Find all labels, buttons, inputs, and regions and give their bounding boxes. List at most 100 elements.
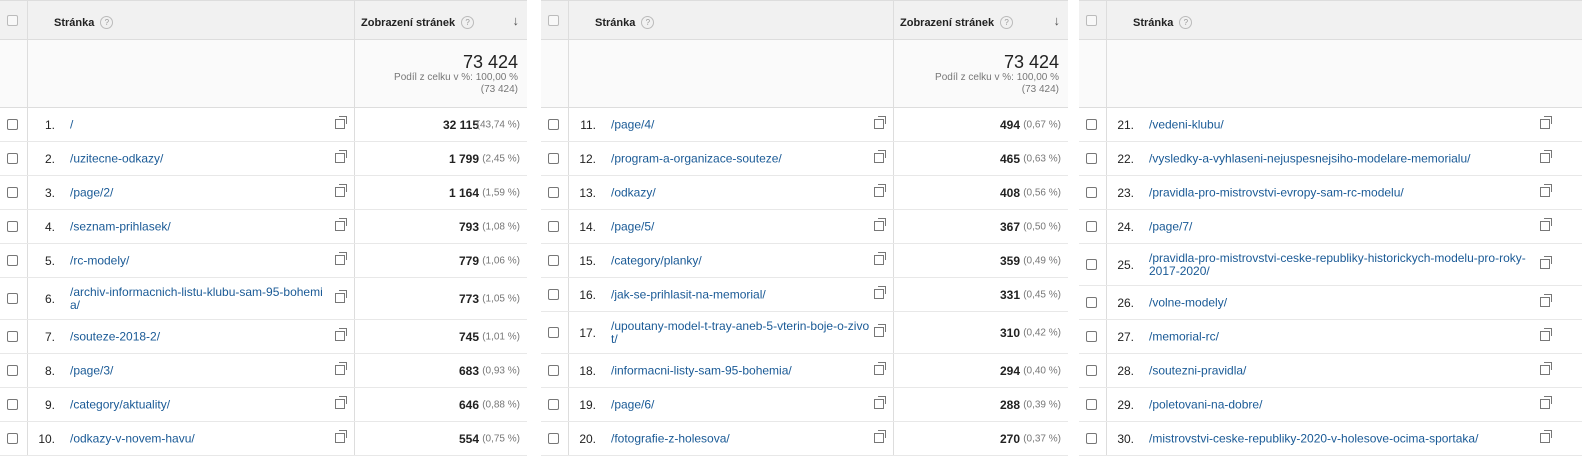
open-page-external-icon[interactable]	[1540, 327, 1552, 341]
page-link[interactable]: /page/5/	[611, 220, 873, 233]
open-page-external-icon[interactable]	[1540, 115, 1552, 129]
open-page-external-icon[interactable]	[335, 115, 347, 129]
help-icon[interactable]: ?	[641, 16, 655, 29]
open-page-external-icon[interactable]	[874, 285, 886, 299]
row-checkbox[interactable]	[1086, 186, 1097, 198]
select-all-checkbox[interactable]	[7, 15, 18, 26]
page-link[interactable]: /rc-modely/	[70, 254, 332, 267]
page-link[interactable]: /category/aktuality/	[70, 398, 332, 411]
row-checkbox[interactable]	[548, 432, 559, 444]
open-page-external-icon[interactable]	[1540, 429, 1552, 443]
open-page-external-icon[interactable]	[335, 251, 347, 265]
page-link[interactable]: /souteze-2018-2/	[70, 330, 332, 343]
open-page-external-icon[interactable]	[874, 323, 886, 337]
page-link[interactable]: /	[70, 118, 332, 131]
row-checkbox[interactable]	[1086, 398, 1097, 410]
open-page-external-icon[interactable]	[335, 327, 347, 341]
open-page-external-icon[interactable]	[874, 395, 886, 409]
open-page-external-icon[interactable]	[1540, 293, 1552, 307]
page-link[interactable]: /page/3/	[70, 364, 332, 377]
row-checkbox[interactable]	[1086, 258, 1097, 270]
column-header-views[interactable]: Zobrazení stránek?	[900, 16, 1014, 29]
row-checkbox[interactable]	[1086, 220, 1097, 232]
column-header-page[interactable]: Stránka?	[595, 16, 655, 29]
open-page-external-icon[interactable]	[874, 149, 886, 163]
page-link[interactable]: /odkazy-v-novem-havu/	[70, 432, 332, 445]
open-page-external-icon[interactable]	[1540, 183, 1552, 197]
page-link[interactable]: /page/7/	[1149, 220, 1531, 233]
help-icon[interactable]: ?	[461, 16, 475, 29]
open-page-external-icon[interactable]	[874, 361, 886, 375]
page-link[interactable]: /page/4/	[611, 118, 873, 131]
row-checkbox[interactable]	[548, 152, 559, 164]
page-link[interactable]: /vysledky-a-vyhlaseni-nejuspesnejsiho-mo…	[1149, 152, 1531, 165]
row-checkbox[interactable]	[1086, 152, 1097, 164]
page-link[interactable]: /pravidla-pro-mistrovstvi-ceske-republik…	[1149, 251, 1531, 278]
open-page-external-icon[interactable]	[335, 361, 347, 375]
page-link[interactable]: /pravidla-pro-mistrovstvi-evropy-sam-rc-…	[1149, 186, 1531, 199]
page-link[interactable]: /fotografie-z-holesova/	[611, 432, 873, 445]
row-checkbox[interactable]	[548, 118, 559, 130]
select-all-checkbox[interactable]	[1086, 15, 1097, 26]
open-page-external-icon[interactable]	[1540, 395, 1552, 409]
row-checkbox[interactable]	[7, 118, 18, 130]
page-link[interactable]: /program-a-organizace-souteze/	[611, 152, 873, 165]
row-checkbox[interactable]	[7, 330, 18, 342]
column-header-views[interactable]: Zobrazení stránek?	[361, 16, 475, 29]
row-checkbox[interactable]	[1086, 432, 1097, 444]
page-link[interactable]: /vedeni-klubu/	[1149, 118, 1531, 131]
open-page-external-icon[interactable]	[335, 289, 347, 303]
help-icon[interactable]: ?	[100, 16, 114, 29]
page-link[interactable]: /category/planky/	[611, 254, 873, 267]
page-link[interactable]: /poletovani-na-dobre/	[1149, 398, 1531, 411]
row-checkbox[interactable]	[548, 186, 559, 198]
row-checkbox[interactable]	[7, 292, 18, 304]
row-checkbox[interactable]	[7, 364, 18, 376]
open-page-external-icon[interactable]	[874, 217, 886, 231]
open-page-external-icon[interactable]	[874, 183, 886, 197]
row-checkbox[interactable]	[548, 398, 559, 410]
sort-descending-icon[interactable]: ↓	[1054, 13, 1061, 28]
page-link[interactable]: /odkazy/	[611, 186, 873, 199]
row-checkbox[interactable]	[1086, 364, 1097, 376]
open-page-external-icon[interactable]	[874, 429, 886, 443]
row-checkbox[interactable]	[7, 254, 18, 266]
row-checkbox[interactable]	[7, 220, 18, 232]
column-header-page[interactable]: Stránka?	[54, 16, 114, 29]
page-link[interactable]: /soutezni-pravidla/	[1149, 364, 1531, 377]
page-link[interactable]: /archiv-informacnich-listu-klubu-sam-95-…	[70, 285, 332, 312]
row-checkbox[interactable]	[1086, 118, 1097, 130]
row-checkbox[interactable]	[7, 398, 18, 410]
page-link[interactable]: /jak-se-prihlasit-na-memorial/	[611, 288, 873, 301]
row-checkbox[interactable]	[548, 326, 559, 338]
row-checkbox[interactable]	[7, 152, 18, 164]
open-page-external-icon[interactable]	[335, 149, 347, 163]
page-link[interactable]: /seznam-prihlasek/	[70, 220, 332, 233]
column-header-page[interactable]: Stránka?	[1133, 16, 1193, 29]
help-icon[interactable]: ?	[1179, 16, 1193, 29]
open-page-external-icon[interactable]	[335, 183, 347, 197]
page-link[interactable]: /volne-modely/	[1149, 296, 1531, 309]
open-page-external-icon[interactable]	[1540, 255, 1552, 269]
page-link[interactable]: /upoutany-model-t-tray-aneb-5-vterin-boj…	[611, 319, 873, 346]
open-page-external-icon[interactable]	[1540, 149, 1552, 163]
select-all-checkbox[interactable]	[548, 15, 559, 26]
open-page-external-icon[interactable]	[874, 251, 886, 265]
help-icon[interactable]: ?	[1000, 16, 1014, 29]
open-page-external-icon[interactable]	[335, 429, 347, 443]
page-link[interactable]: /uzitecne-odkazy/	[70, 152, 332, 165]
row-checkbox[interactable]	[548, 220, 559, 232]
row-checkbox[interactable]	[7, 186, 18, 198]
row-checkbox[interactable]	[1086, 330, 1097, 342]
page-link[interactable]: /informacni-listy-sam-95-bohemia/	[611, 364, 873, 377]
open-page-external-icon[interactable]	[874, 115, 886, 129]
page-link[interactable]: /page/6/	[611, 398, 873, 411]
page-link[interactable]: /mistrovstvi-ceske-republiky-2020-v-hole…	[1149, 432, 1531, 445]
row-checkbox[interactable]	[1086, 296, 1097, 308]
row-checkbox[interactable]	[548, 254, 559, 266]
page-link[interactable]: /page/2/	[70, 186, 332, 199]
row-checkbox[interactable]	[548, 364, 559, 376]
open-page-external-icon[interactable]	[335, 217, 347, 231]
open-page-external-icon[interactable]	[1540, 361, 1552, 375]
row-checkbox[interactable]	[548, 288, 559, 300]
